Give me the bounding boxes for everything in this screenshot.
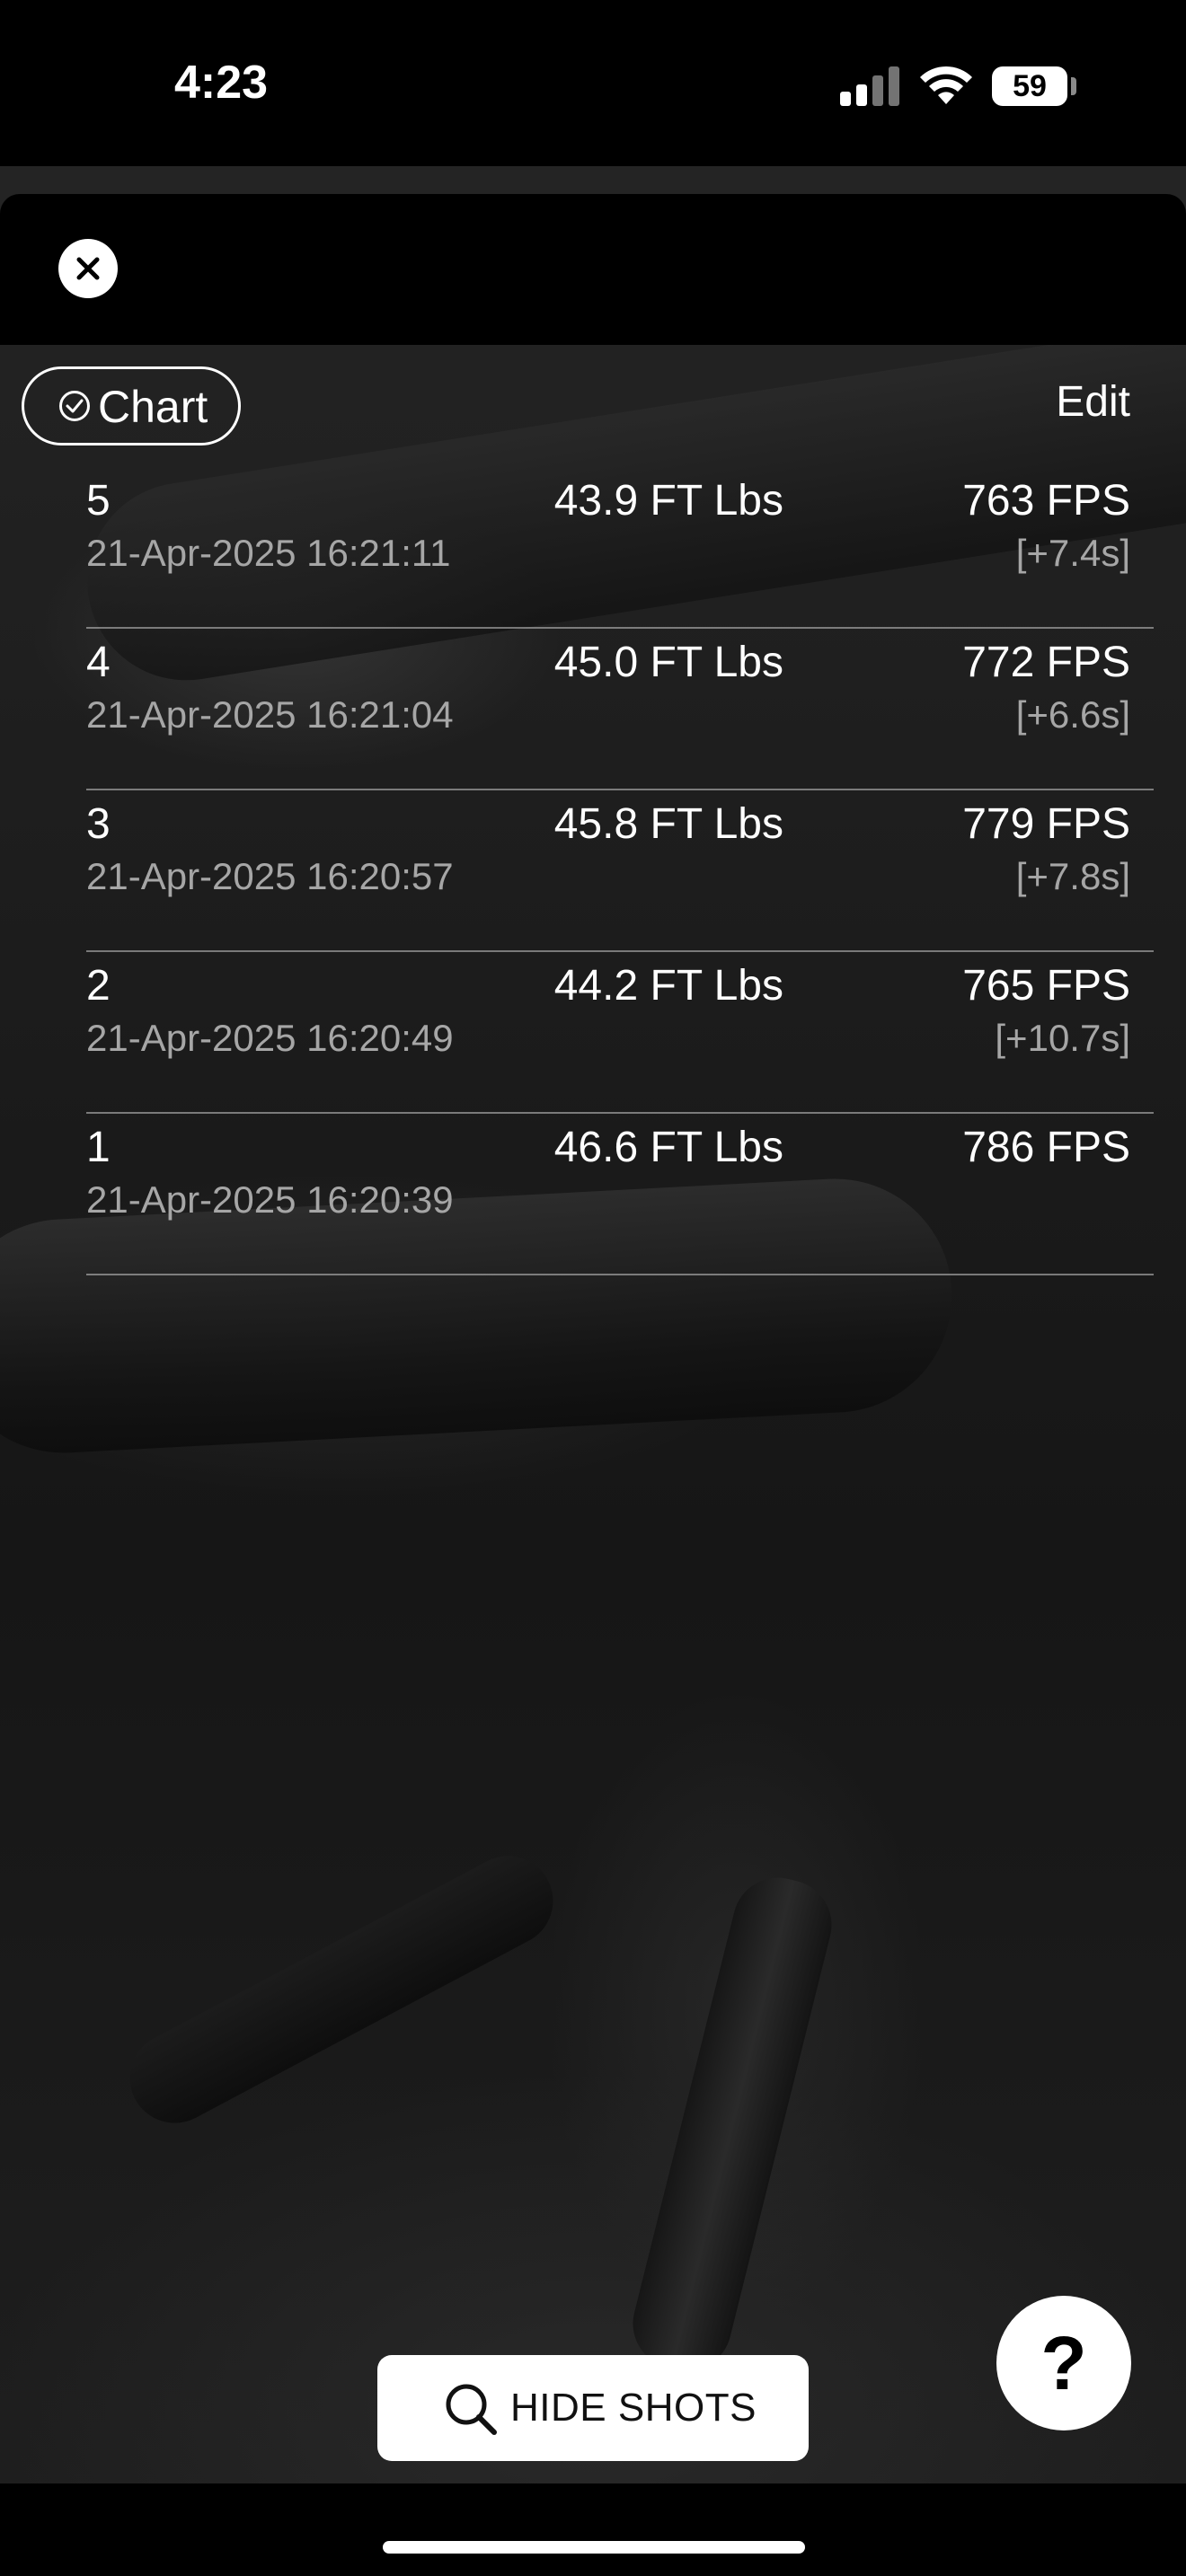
shot-energy: 43.9 FT Lbs <box>553 477 783 525</box>
shot-interval: [+7.8s] <box>1015 855 1130 897</box>
shot-row[interactable]: 3 45.8 FT Lbs 779 FPS 21-Apr-2025 16:20:… <box>86 790 1154 952</box>
status-bar: 4:23 59 <box>0 0 1186 166</box>
close-icon <box>76 257 100 280</box>
shot-energy: 45.0 FT Lbs <box>553 639 783 686</box>
hide-shots-button[interactable]: HIDE SHOTS <box>377 2355 809 2461</box>
help-button[interactable]: ? <box>996 2296 1131 2430</box>
shot-velocity: 763 FPS <box>962 477 1130 525</box>
background-bipod-shape <box>623 1868 842 2380</box>
check-circle-icon <box>59 391 90 421</box>
edit-button[interactable]: Edit <box>1056 377 1130 428</box>
shot-energy: 46.6 FT Lbs <box>553 1124 783 1171</box>
shot-number: 2 <box>86 962 111 1010</box>
status-time: 4:23 <box>174 57 269 109</box>
shot-timestamp: 21-Apr-2025 16:21:11 <box>86 532 451 574</box>
shot-velocity: 765 FPS <box>962 962 1130 1010</box>
shot-number: 1 <box>86 1124 111 1171</box>
chart-toggle-label: Chart <box>98 382 208 432</box>
shot-timestamp: 21-Apr-2025 16:21:04 <box>86 693 454 736</box>
shot-velocity: 779 FPS <box>962 800 1130 848</box>
hide-shots-label: HIDE SHOTS <box>510 2386 757 2430</box>
close-button[interactable] <box>58 239 118 298</box>
background-bipod-leg-shape <box>113 1839 570 2139</box>
shot-interval: [+7.4s] <box>1015 532 1130 574</box>
shot-energy: 45.8 FT Lbs <box>553 800 783 848</box>
shot-interval: [+6.6s] <box>1015 693 1130 736</box>
shot-number: 3 <box>86 800 111 848</box>
shot-timestamp: 21-Apr-2025 16:20:49 <box>86 1017 454 1059</box>
shot-velocity: 786 FPS <box>962 1124 1130 1171</box>
shot-number: 5 <box>86 477 111 525</box>
shot-number: 4 <box>86 639 111 686</box>
shot-timestamp: 21-Apr-2025 16:20:39 <box>86 1178 454 1221</box>
shot-velocity: 772 FPS <box>962 639 1130 686</box>
shot-timestamp: 21-Apr-2025 16:20:57 <box>86 855 454 897</box>
shot-row[interactable]: 2 44.2 FT Lbs 765 FPS 21-Apr-2025 16:20:… <box>86 952 1154 1114</box>
chart-toggle-button[interactable]: Chart <box>22 366 241 446</box>
shots-list: 5 43.9 FT Lbs 763 FPS 21-Apr-2025 16:21:… <box>86 467 1154 1275</box>
cellular-signal-icon <box>840 66 901 106</box>
app-root: 4:23 59 Chart Edit 5 43.9 FT Lbs 763 FPS… <box>0 0 1186 2576</box>
sheet-header <box>0 194 1186 345</box>
battery-icon: 59 <box>992 66 1067 106</box>
shot-row[interactable]: 5 43.9 FT Lbs 763 FPS 21-Apr-2025 16:21:… <box>86 467 1154 629</box>
wifi-icon <box>920 66 972 104</box>
shot-row[interactable]: 1 46.6 FT Lbs 786 FPS 21-Apr-2025 16:20:… <box>86 1114 1154 1275</box>
shot-energy: 44.2 FT Lbs <box>553 962 783 1010</box>
home-indicator[interactable] <box>383 2541 805 2554</box>
shot-row[interactable]: 4 45.0 FT Lbs 772 FPS 21-Apr-2025 16:21:… <box>86 629 1154 790</box>
shot-interval: [+10.7s] <box>995 1017 1130 1059</box>
bottom-bar <box>0 2483 1186 2576</box>
search-icon <box>446 2384 497 2435</box>
battery-tip <box>1071 77 1076 95</box>
